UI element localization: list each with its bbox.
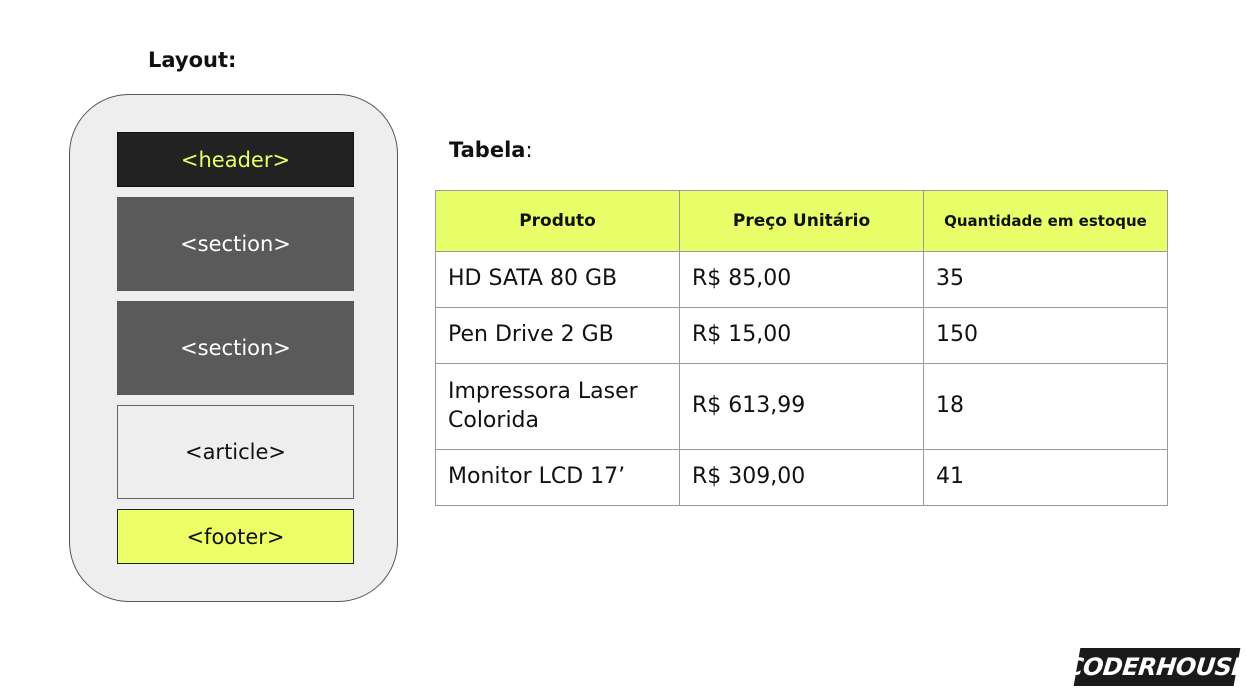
table-header-row: Produto Preço Unitário Quantidade em est…	[435, 190, 1168, 252]
cell-preco: R$ 85,00	[679, 251, 924, 308]
layout-title: Layout:	[148, 48, 237, 72]
table-title-colon: :	[525, 138, 533, 162]
cell-quantidade: 35	[923, 251, 1168, 308]
table-row: HD SATA 80 GB R$ 85,00 35	[435, 251, 1168, 308]
cell-produto: HD SATA 80 GB	[435, 251, 680, 308]
cell-produto: Pen Drive 2 GB	[435, 307, 680, 364]
coderhouse-logo: CODERHOUSE	[1065, 648, 1246, 686]
cell-quantidade: 18	[923, 363, 1168, 450]
layout-block-section: <section>	[117, 301, 354, 395]
column-header-preco: Preço Unitário	[679, 190, 924, 252]
cell-preco: R$ 613,99	[679, 363, 924, 450]
cell-produto: Monitor LCD 17’	[435, 449, 680, 506]
cell-produto: Impressora Laser Colorida	[435, 363, 680, 450]
layout-block-footer: <footer>	[117, 509, 354, 564]
cell-quantidade: 41	[923, 449, 1168, 506]
table-row: Pen Drive 2 GB R$ 15,00 150	[435, 307, 1168, 364]
cell-preco: R$ 309,00	[679, 449, 924, 506]
column-header-quantidade: Quantidade em estoque	[923, 190, 1168, 252]
cell-preco: R$ 15,00	[679, 307, 924, 364]
table-title: Tabela:	[449, 138, 533, 162]
cell-quantidade: 150	[923, 307, 1168, 364]
layout-block-header: <header>	[117, 132, 354, 187]
table-row: Monitor LCD 17’ R$ 309,00 41	[435, 449, 1168, 506]
table-title-text: Tabela	[449, 138, 526, 162]
table-row: Impressora Laser Colorida R$ 613,99 18	[435, 363, 1168, 450]
logo-text: CODERHOUSE	[1064, 653, 1246, 681]
column-header-produto: Produto	[435, 190, 680, 252]
layout-block-article: <article>	[117, 405, 354, 499]
layout-block-section: <section>	[117, 197, 354, 291]
products-table: Produto Preço Unitário Quantidade em est…	[435, 190, 1168, 506]
